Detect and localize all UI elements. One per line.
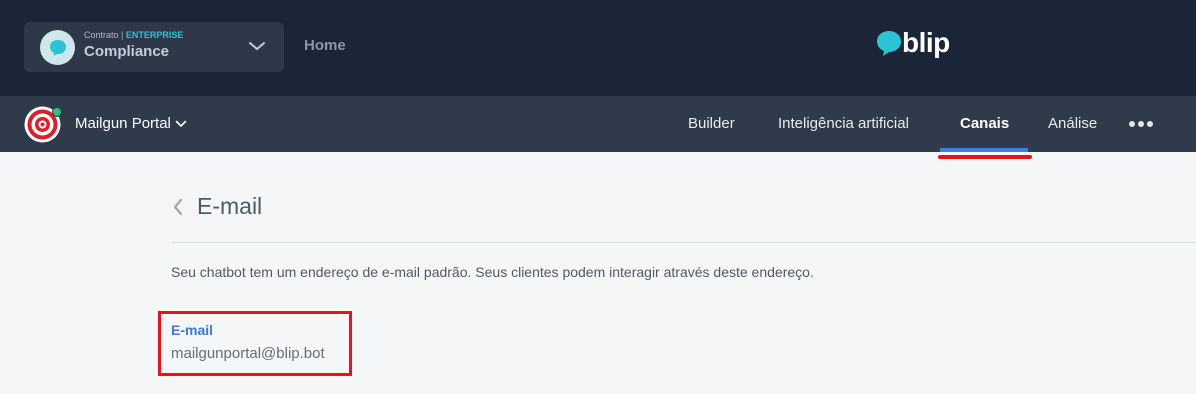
email-address-value: mailgunportal@blip.bot xyxy=(171,345,325,362)
contract-avatar xyxy=(40,30,75,65)
email-label: E-mail xyxy=(171,322,214,338)
top-header: Contrato | ENTERPRISE Compliance Home bl… xyxy=(0,0,1196,96)
chevron-down-icon xyxy=(175,120,187,127)
tab-canais[interactable]: Canais xyxy=(960,115,1009,132)
annotation-underline xyxy=(938,155,1032,159)
contract-name: Compliance xyxy=(84,43,170,60)
more-horizontal-icon[interactable] xyxy=(1129,121,1153,127)
online-status-dot xyxy=(52,107,62,117)
page-description: Seu chatbot tem um endereço de e-mail pa… xyxy=(171,264,814,280)
blip-logo[interactable]: blip xyxy=(874,28,950,58)
bot-selector[interactable]: Mailgun Portal xyxy=(75,115,187,132)
dot xyxy=(1129,121,1135,127)
home-link[interactable]: Home xyxy=(304,37,346,54)
annotation-box xyxy=(158,311,352,376)
bot-name: Mailgun Portal xyxy=(75,115,171,132)
contract-tier: ENTERPRISE xyxy=(125,30,184,40)
brand-name: blip xyxy=(902,27,950,58)
divider xyxy=(172,242,1196,243)
dot xyxy=(1147,121,1153,127)
blip-bubble-icon xyxy=(877,31,901,56)
tab-builder[interactable]: Builder xyxy=(688,115,735,132)
back-arrow-icon[interactable] xyxy=(172,198,184,216)
bot-navbar: Mailgun Portal Builder Inteligência arti… xyxy=(0,96,1196,152)
contract-text: Contrato | ENTERPRISE Compliance xyxy=(84,30,183,63)
contract-selector[interactable]: Contrato | ENTERPRISE Compliance xyxy=(24,22,284,72)
active-tab-indicator xyxy=(940,148,1028,152)
dot xyxy=(1138,121,1144,127)
tab-inteligencia-artificial[interactable]: Inteligência artificial xyxy=(778,115,909,132)
page-title: E-mail xyxy=(197,193,263,219)
contract-prefix: Contrato | xyxy=(84,30,124,40)
chat-bubble-icon xyxy=(49,39,66,56)
contract-label: Contrato | ENTERPRISE xyxy=(84,30,183,41)
chevron-down-icon[interactable] xyxy=(248,40,266,52)
tab-analise[interactable]: Análise xyxy=(1048,115,1097,132)
